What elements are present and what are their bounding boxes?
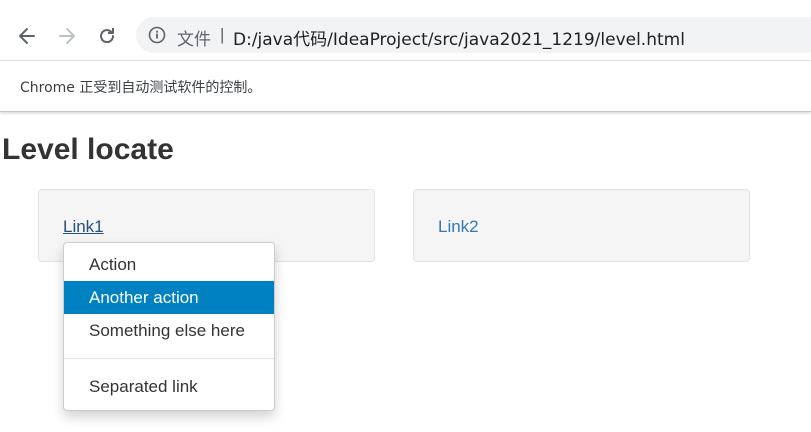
url-text[interactable]: D:/java代码/IdeaProject/src/java2021_1219/… xyxy=(233,25,685,50)
page-title: Level locate xyxy=(2,133,174,166)
address-bar[interactable]: 文件 | D:/java代码/IdeaProject/src/java2021_… xyxy=(136,17,811,53)
reload-icon xyxy=(97,26,117,46)
link1[interactable]: Link1 xyxy=(63,217,104,237)
forward-button[interactable] xyxy=(53,22,81,50)
well-2: Link2 xyxy=(413,189,750,262)
back-arrow-icon xyxy=(17,26,37,46)
dropdown-item-action[interactable]: Action xyxy=(64,248,274,281)
dropdown-divider xyxy=(64,358,274,359)
info-icon[interactable] xyxy=(148,26,166,49)
browser-toolbar: 文件 | D:/java代码/IdeaProject/src/java2021_… xyxy=(0,0,811,61)
reload-button[interactable] xyxy=(93,22,121,50)
omnibox-separator: | xyxy=(220,25,225,44)
dropdown-item-something-else[interactable]: Something else here xyxy=(64,314,274,347)
dropdown-item-separated-link[interactable]: Separated link xyxy=(64,370,274,403)
automation-notice: Chrome 正受到自动测试软件的控制。 xyxy=(20,80,262,96)
back-button[interactable] xyxy=(13,22,41,50)
forward-arrow-icon xyxy=(57,26,77,46)
dropdown-item-another-action[interactable]: Another action xyxy=(64,281,274,314)
security-label: 文件 xyxy=(177,30,211,50)
dropdown-menu: Action Another action Something else her… xyxy=(63,242,275,411)
page-content: Level locate Link1 Link2 Action Another … xyxy=(0,114,811,432)
link2[interactable]: Link2 xyxy=(438,217,479,237)
automation-infobar: Chrome 正受到自动测试软件的控制。 xyxy=(0,61,811,112)
